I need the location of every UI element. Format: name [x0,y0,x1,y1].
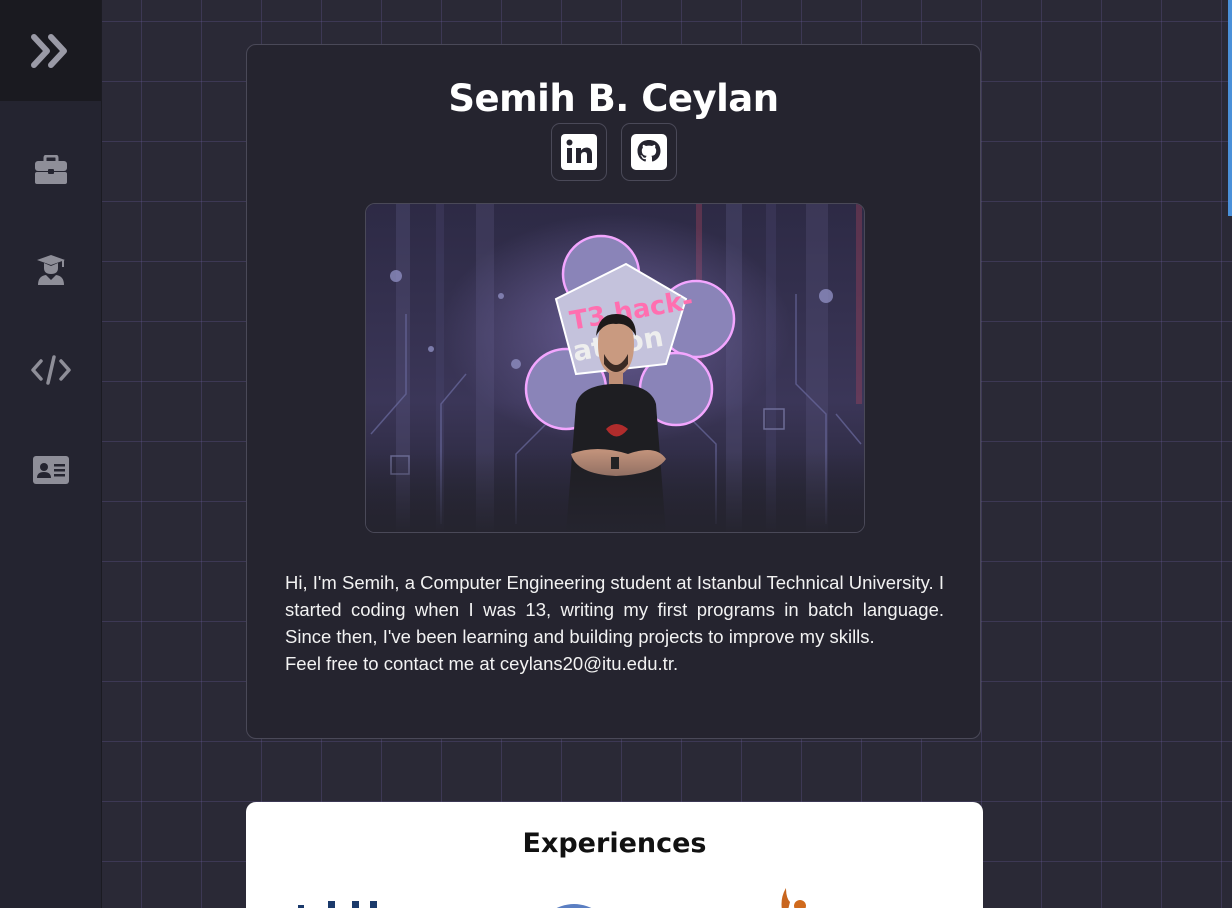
experience-logo-3[interactable] [774,886,814,908]
experience-logo-1[interactable] [298,898,388,908]
code-icon [30,355,71,385]
sidebar-item-projects[interactable] [0,320,101,420]
linkedin-icon [561,134,597,170]
briefcase-icon [34,155,67,184]
sidebar-item-experiences[interactable] [0,120,101,220]
sidebar [0,0,102,908]
linkedin-button[interactable] [551,123,607,181]
sidebar-item-contact[interactable] [0,420,101,520]
chevrons-right-icon [30,33,67,68]
bio-text: Hi, I'm Semih, a Computer Engineering st… [285,569,944,677]
graduate-icon [36,255,65,285]
experiences-title: Experiences [522,828,707,859]
profile-photo: T3 hack- athon [365,203,865,533]
experiences-card: Experiences [246,802,983,908]
id-card-icon [32,456,69,484]
experience-logo-2[interactable] [546,898,602,908]
github-button[interactable] [621,123,677,181]
github-icon [631,134,667,170]
profile-name: Semih B. Ceylan [448,77,779,120]
profile-card: Semih B. Ceylan Hi, I'm Semih, a Compute… [246,44,981,739]
sidebar-toggle-button[interactable] [0,0,101,101]
bio-paragraph-contact: Feel free to contact me at ceylans20@itu… [285,653,679,674]
page-scrollbar-thumb[interactable] [1228,0,1232,216]
bio-paragraph-intro: Hi, I'm Semih, a Computer Engineering st… [285,572,944,647]
sidebar-item-education[interactable] [0,220,101,320]
